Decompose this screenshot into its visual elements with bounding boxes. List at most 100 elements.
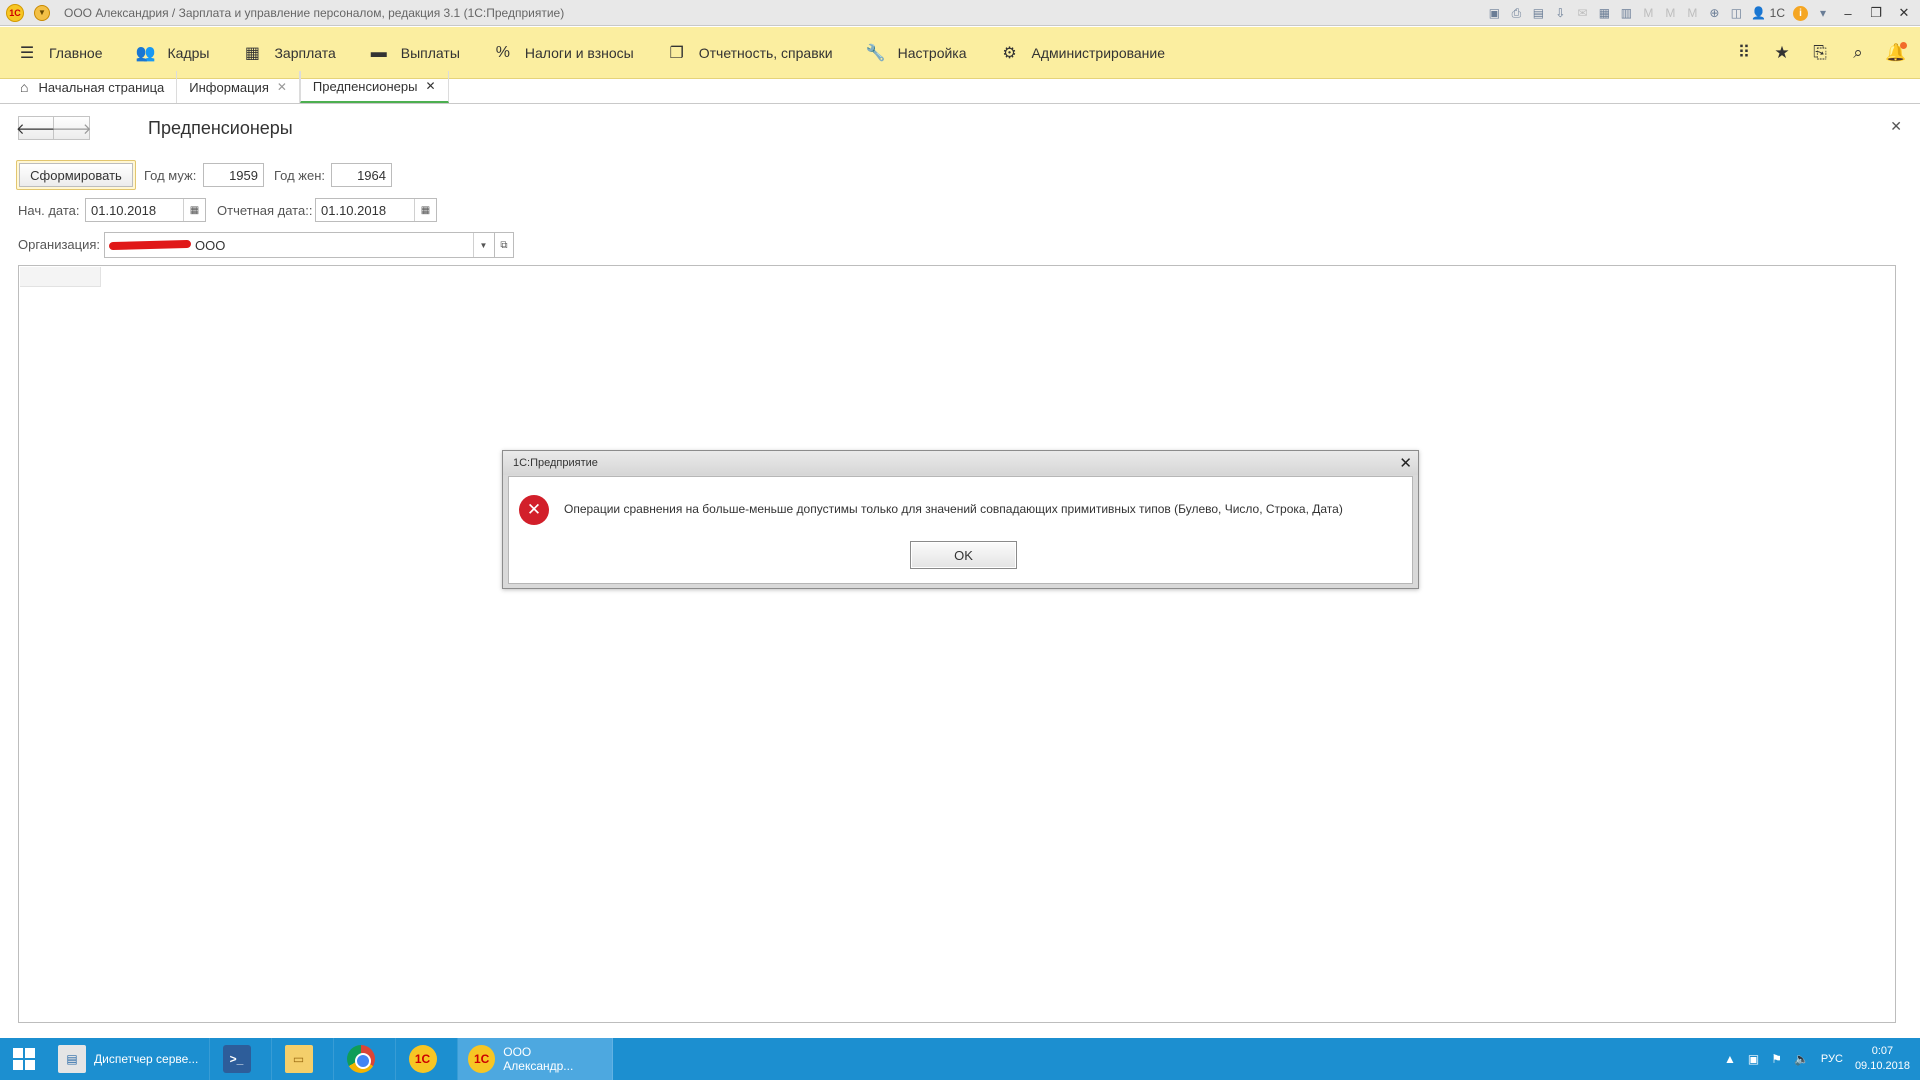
favorites-star-icon[interactable]: ★ [1772, 43, 1792, 63]
close-form-icon[interactable]: ✕ [1890, 118, 1902, 135]
memory-plus-icon[interactable]: M [1663, 6, 1677, 20]
open-link-icon[interactable]: ⧉ [494, 232, 514, 258]
memory-minus-icon[interactable]: M [1685, 6, 1699, 20]
error-message: Операции сравнения на больше-меньше допу… [564, 502, 1343, 516]
back-arrow-icon[interactable]: 🡐 [16, 116, 56, 140]
close-tab-icon[interactable]: ✕ [277, 80, 287, 94]
tab-pre-pensioners[interactable]: Предпенсионеры ✕ [299, 71, 449, 103]
org-value: ООО [195, 237, 226, 253]
memory-m-icon[interactable]: M [1641, 6, 1655, 20]
task-label: Диспетчер серве... [94, 1052, 199, 1066]
org-label: Организация: [18, 237, 101, 252]
current-user[interactable]: 👤 1С [1751, 6, 1785, 20]
dropdown-arrow-icon[interactable]: ▼ [473, 233, 493, 257]
apps-grid-icon[interactable]: ⠿ [1734, 43, 1754, 63]
1c-logo-icon[interactable]: 1С [6, 3, 24, 22]
year-female-input[interactable]: 1964 [331, 163, 392, 187]
navigation-buttons: 🡐 🡒 [16, 116, 92, 140]
action-center-icon[interactable]: ⚑ [1771, 1052, 1782, 1066]
network-icon[interactable]: ▣ [1748, 1052, 1759, 1066]
section-label: Зарплата [274, 44, 336, 61]
tab-home[interactable]: ⌂ Начальная страница [8, 71, 178, 103]
tab-label: Начальная страница [38, 79, 165, 95]
report-spreadsheet[interactable] [18, 265, 1896, 1023]
menu-icon: ☰ [19, 44, 35, 62]
generate-button-label: Сформировать [19, 163, 133, 187]
task-label: ООО Александр... [503, 1045, 574, 1073]
section-label: Налоги и взносы [524, 44, 634, 61]
generate-button[interactable]: Сформировать [16, 160, 136, 190]
history-icon[interactable]: ⎘ [1810, 43, 1830, 63]
taskbar-explorer[interactable]: ▭ [272, 1038, 334, 1080]
panels-icon[interactable]: ◫ [1729, 6, 1743, 20]
start-button[interactable] [0, 1038, 48, 1080]
tab-label: Предпенсионеры [312, 78, 418, 94]
calculator-icon: ▦ [244, 44, 261, 62]
forward-arrow-icon[interactable]: 🡒 [51, 116, 92, 140]
report-cell[interactable] [20, 267, 101, 287]
show-hidden-icons-icon[interactable]: ▲ [1724, 1052, 1736, 1066]
section-admin[interactable]: ⚙ Администрирование [983, 27, 1182, 79]
folder-icon: ▭ [284, 1045, 313, 1073]
calendar-day-icon[interactable]: ▥ [1619, 6, 1633, 20]
report-date-input[interactable]: 01.10.2018 ▦ [315, 198, 437, 222]
window-title: ООО Александрия / Зарплата и управление … [64, 5, 565, 20]
section-settings[interactable]: 🔧 Настройка [849, 27, 983, 79]
org-input[interactable]: ООО ▼ ⧉ [104, 232, 514, 258]
calendar-icon[interactable]: ▦ [183, 199, 205, 221]
window-titlebar: 1С ▼ ООО Александрия / Зарплата и управл… [0, 0, 1920, 26]
mail-icon[interactable]: ✉ [1575, 6, 1589, 20]
year-male-label: Год муж: [144, 168, 197, 183]
search-icon[interactable]: ⌕ [1848, 43, 1868, 63]
section-reports[interactable]: ❐ Отчетность, справки [650, 27, 849, 79]
system-tray: ▲ ▣ ⚑ 🔈 РУС 0:07 09.10.2018 [1724, 1038, 1910, 1080]
taskbar-1c[interactable]: 1С [396, 1038, 458, 1080]
close-tab-icon[interactable]: ✕ [425, 79, 435, 93]
documents-icon: ❐ [669, 44, 684, 62]
attach-icon[interactable]: ⇩ [1553, 6, 1567, 20]
calendar-icon[interactable]: ▦ [1597, 6, 1611, 20]
section-label: Администрирование [1031, 44, 1166, 61]
percent-icon: % [495, 43, 510, 61]
clock-date: 09.10.2018 [1854, 1060, 1910, 1072]
zoom-icon[interactable]: ⊕ [1707, 6, 1721, 20]
gear-icon: ⚙ [1002, 44, 1017, 62]
section-label: Настройка [897, 44, 967, 61]
taskbar-powershell[interactable]: >_ [210, 1038, 272, 1080]
preview-icon[interactable]: ▤ [1531, 6, 1545, 20]
tab-label: Информация [189, 79, 269, 95]
open-tabs-bar: ⌂ Начальная страница Информация ✕ Предпе… [0, 71, 1920, 104]
info-dropdown-icon[interactable]: ▾ [1816, 6, 1830, 20]
section-label: Выплаты [400, 44, 460, 61]
ok-button[interactable]: OK [910, 541, 1017, 569]
volume-icon[interactable]: 🔈 [1794, 1052, 1809, 1066]
minimize-button[interactable]: – [1838, 3, 1858, 23]
tab-info[interactable]: Информация ✕ [177, 71, 300, 103]
chrome-icon [346, 1045, 375, 1073]
main-menu-icon[interactable]: ▼ [34, 4, 50, 21]
restore-button[interactable]: ❐ [1866, 3, 1886, 23]
report-date-value: 01.10.2018 [321, 202, 387, 218]
powershell-icon: >_ [222, 1045, 251, 1073]
calendar-icon[interactable]: ▦ [414, 199, 436, 221]
dialog-close-icon[interactable]: ✕ [1399, 454, 1412, 472]
server-manager-icon: ▤ [58, 1045, 86, 1073]
start-date-input[interactable]: 01.10.2018 ▦ [85, 198, 206, 222]
notification-dot [1900, 42, 1907, 49]
form-title: Предпенсионеры [148, 118, 293, 138]
taskbar-chrome[interactable] [334, 1038, 396, 1080]
info-icon[interactable]: i [1793, 5, 1808, 21]
language-indicator[interactable]: РУС [1821, 1053, 1843, 1065]
org-value-wrap: ООО [105, 238, 225, 253]
taskbar-server-manager[interactable]: ▤ Диспетчер серве... [48, 1038, 210, 1080]
section-taxes[interactable]: % Налоги и взносы [476, 27, 650, 79]
notifications-bell-icon[interactable]: 🔔 [1885, 42, 1907, 63]
taskbar-1c-active[interactable]: 1С ООО Александр... [458, 1038, 613, 1080]
windows-logo-icon [13, 1048, 35, 1070]
close-window-button[interactable]: ✕ [1894, 3, 1914, 23]
clock[interactable]: 0:07 09.10.2018 [1855, 1044, 1910, 1074]
save-icon[interactable]: ▣ [1487, 6, 1501, 20]
clock-time: 0:07 [1871, 1045, 1894, 1057]
year-male-input[interactable]: 1959 [203, 163, 264, 187]
print-icon[interactable]: ⎙ [1509, 6, 1523, 20]
